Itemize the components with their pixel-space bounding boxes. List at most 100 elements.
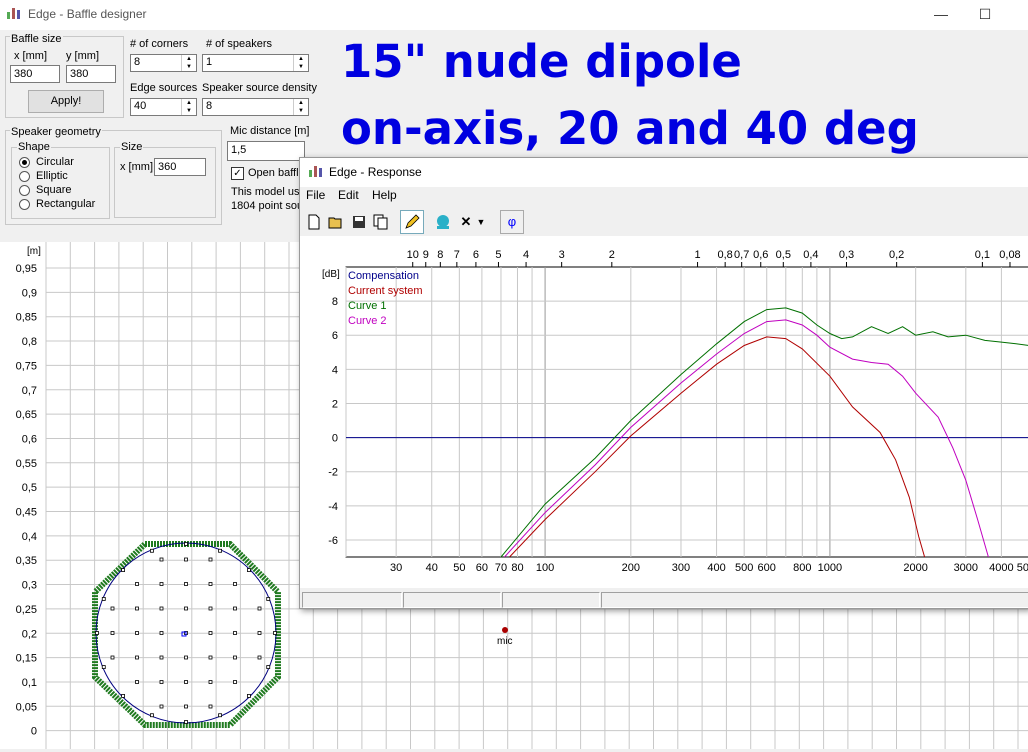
- top-tick-label: 3: [559, 249, 565, 261]
- y-tick-label: 8: [332, 296, 338, 308]
- speaker-source-point: [150, 548, 154, 553]
- speakers-value: 1: [206, 56, 213, 68]
- spin-arrows-icon[interactable]: ▲ ▼: [293, 55, 308, 71]
- top-tick-label: 2: [609, 249, 615, 261]
- speaker-density-label: Speaker source density: [202, 82, 317, 94]
- baffle-unit-label: [m]: [27, 246, 41, 257]
- chart-top-ticks: 109876543210,80,70,60,50,40,30,20,10,080…: [407, 249, 1021, 267]
- baffle-x-input[interactable]: 380: [10, 65, 60, 83]
- response-chart[interactable]: 109876543210,80,70,60,50,40,30,20,10,080…: [300, 236, 1028, 588]
- speaker-source-point: [135, 655, 139, 660]
- spin-arrows-icon[interactable]: ▲ ▼: [181, 99, 196, 115]
- speaker-source-point: [266, 665, 271, 669]
- apply-button[interactable]: Apply!: [28, 90, 104, 113]
- top-tick-label: 0,6: [753, 249, 768, 261]
- menu-help[interactable]: Help: [372, 188, 397, 206]
- speaker-source-point: [266, 597, 271, 601]
- menu-edit[interactable]: Edit: [338, 188, 359, 206]
- save-icon[interactable]: [347, 210, 371, 234]
- baffle-y-ticks: 0,95 0,9 0,85 0,8 0,75 0,7 0,65 0,6 0,55 0,5 0,45 0…: [12, 263, 37, 752]
- baffle-y-tick-label: 0: [31, 726, 37, 738]
- spin-arrows-icon[interactable]: ▲ ▼: [181, 55, 196, 71]
- radio-elliptic[interactable]: [19, 171, 30, 182]
- corners-spinner[interactable]: 8 ▲ ▼: [130, 54, 197, 72]
- response-title-bar: Edge - Response: [300, 158, 1028, 187]
- open-icon[interactable]: [324, 210, 348, 234]
- mic-distance-input[interactable]: 1,5: [227, 141, 305, 161]
- speakers-spinner[interactable]: 1 ▲ ▼: [202, 54, 309, 72]
- shape-option-elliptic[interactable]: Elliptic: [36, 170, 68, 182]
- y-tick-label: -6: [328, 535, 338, 547]
- minimize-button[interactable]: —: [926, 4, 956, 24]
- speaker-source-point: [135, 582, 139, 586]
- dropdown-icon[interactable]: ▼: [474, 210, 488, 234]
- edge-sources-spinner[interactable]: 40 ▲ ▼: [130, 98, 197, 116]
- speaker-source-point: [184, 704, 188, 709]
- speaker-source-point: [159, 606, 164, 611]
- x-tick-label: 1000: [818, 562, 842, 574]
- x-tick-label: 200: [622, 562, 640, 574]
- legend-entry: Compensation: [348, 270, 419, 282]
- baffle-y-input[interactable]: 380: [66, 65, 116, 83]
- chart-y-ticks: 8 6 4 2 0 -2 -4 -6: [328, 296, 338, 547]
- baffle-y-tick-label: 0,85: [16, 312, 37, 324]
- speaker-source-point: [150, 713, 154, 718]
- legend-entry: Curve 1: [348, 300, 387, 312]
- status-segment: [601, 592, 1028, 608]
- radio-rectangular[interactable]: [19, 199, 30, 210]
- speaker-source-point: [135, 680, 139, 684]
- baffle-y-tick-label: 0,2: [22, 628, 37, 640]
- maximize-button[interactable]: ☐: [970, 4, 1000, 24]
- menu-file[interactable]: File: [306, 188, 325, 206]
- speaker-source-point: [159, 680, 164, 684]
- cursor-icon[interactable]: [431, 210, 455, 234]
- pencil-icon[interactable]: [400, 210, 424, 234]
- top-tick-label: 0,3: [839, 249, 854, 261]
- response-window-title: Edge - Response: [329, 165, 422, 179]
- spin-arrows-icon[interactable]: ▲ ▼: [293, 99, 308, 115]
- speaker-source-point: [159, 655, 164, 660]
- baffle-y-tick-label: 0,1: [22, 677, 37, 689]
- status-segment: [502, 592, 600, 608]
- top-tick-label: 5: [495, 249, 501, 261]
- x-tick-label: 60: [476, 562, 488, 574]
- speaker-source-point: [159, 704, 164, 709]
- speaker-source-point: [208, 557, 213, 562]
- speaker-source-point: [121, 694, 125, 698]
- size-input[interactable]: 360: [154, 158, 206, 176]
- mic-marker[interactable]: [502, 627, 508, 633]
- overlay-title-line2: on-axis, 20 and 40 deg: [341, 102, 919, 155]
- new-icon[interactable]: [302, 210, 326, 234]
- speaker-source-point: [208, 655, 213, 660]
- speaker-source-point: [184, 582, 188, 586]
- speaker-source-point: [135, 631, 139, 635]
- speaker-source-point: [218, 548, 222, 553]
- speaker-source-point: [184, 557, 188, 562]
- copy-icon[interactable]: [369, 210, 393, 234]
- corners-value: 8: [134, 56, 141, 68]
- response-window[interactable]: Edge - Response File Edit Help ✕ ▼ φ 10 9…: [299, 157, 1028, 609]
- baffle-y-tick-label: 0,25: [16, 604, 37, 616]
- status-bar: [300, 590, 1028, 608]
- shape-option-square[interactable]: Square: [36, 184, 71, 196]
- radio-square[interactable]: [19, 185, 30, 196]
- top-tick-label: 4: [523, 249, 529, 261]
- y-tick-label: -2: [328, 467, 338, 479]
- shape-option-rectangular[interactable]: Rectangular: [36, 198, 95, 210]
- top-tick-label: 0,1: [975, 249, 990, 261]
- speaker-density-spinner[interactable]: 8 ▲ ▼: [202, 98, 309, 116]
- y-tick-label: 4: [332, 364, 338, 376]
- open-baffle-checkbox[interactable]: ✓: [231, 167, 244, 180]
- baffle-y-tick-label: 0,7: [22, 385, 37, 397]
- speaker-source-point: [208, 680, 213, 684]
- speaker-source-point: [110, 606, 115, 611]
- baffle-y-tick-label: 0,5: [22, 482, 37, 494]
- top-tick-label: 7: [454, 249, 460, 261]
- shape-option-circular[interactable]: Circular: [36, 156, 74, 168]
- size-x-label: x [mm]: [120, 161, 153, 173]
- phase-icon[interactable]: φ: [500, 210, 524, 234]
- radio-circular[interactable]: [19, 157, 30, 168]
- speaker-source-point: [121, 568, 125, 572]
- baffle-y-tick-label: 0,9: [22, 287, 37, 299]
- speaker-source-point: [110, 631, 115, 635]
